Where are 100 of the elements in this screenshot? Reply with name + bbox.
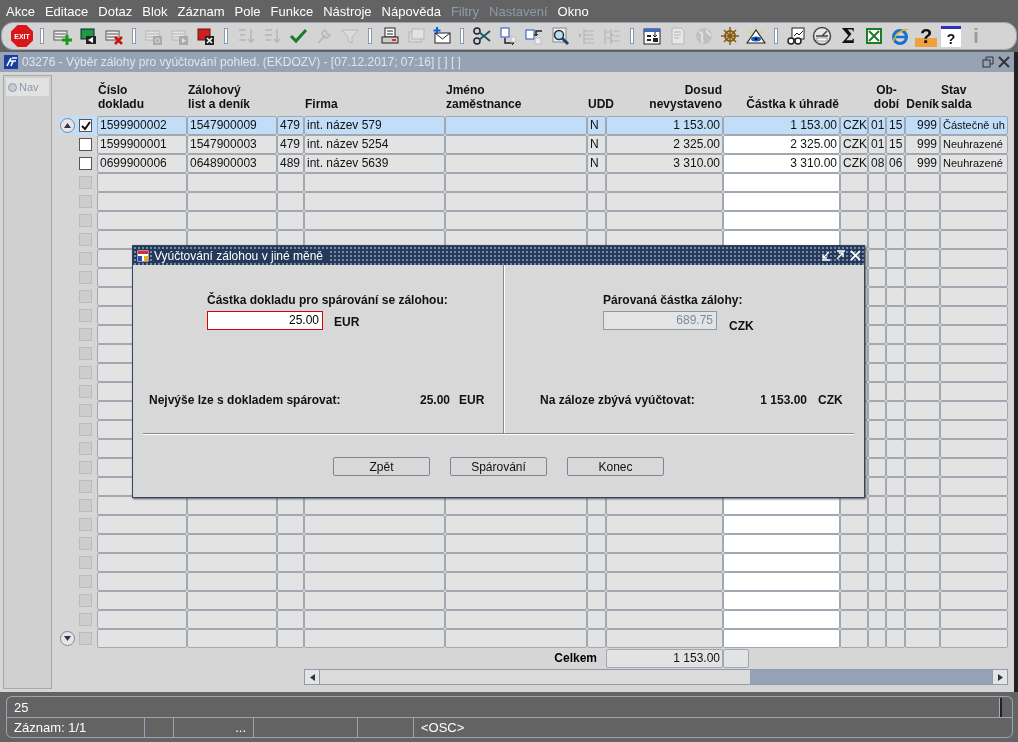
checkbox[interactable]	[79, 119, 92, 132]
left-arrow-icon[interactable]	[309, 673, 315, 681]
table-cell: 1599900001	[97, 135, 187, 154]
table-cell: int. název 5639	[304, 154, 445, 173]
column-header: Firma	[304, 97, 339, 113]
row-indicator	[79, 613, 92, 626]
row-indicator	[79, 176, 92, 189]
scissors-icon[interactable]	[472, 26, 492, 46]
magnifier-icon[interactable]	[550, 26, 570, 46]
dialog-button[interactable]: Zpět	[333, 457, 430, 476]
table-cell: int. název 5254	[304, 135, 445, 154]
eye-triangle-icon[interactable]	[746, 26, 766, 46]
row-indicator	[79, 480, 92, 493]
scroll-left-button[interactable]	[305, 670, 320, 684]
scroll-right-button[interactable]	[992, 670, 1007, 684]
scrollbar-thumb[interactable]	[750, 670, 992, 684]
scroll-up-button[interactable]	[60, 118, 75, 133]
menu-item[interactable]: Okno	[552, 3, 594, 19]
ship-wheel-icon[interactable]	[720, 26, 740, 46]
column-header: Dosud nevystaveno	[648, 83, 723, 113]
input-field[interactable]	[723, 211, 840, 230]
menu-item[interactable]: Editace	[39, 3, 94, 19]
checkbox[interactable]	[79, 138, 92, 151]
scroll-down-button[interactable]	[60, 631, 75, 646]
help-window-button[interactable]: ?	[941, 25, 961, 47]
gauge-icon[interactable]	[812, 26, 832, 46]
table-cell: 15	[886, 135, 905, 154]
maximize-icon[interactable]	[835, 250, 846, 261]
input-field[interactable]: 25.00	[207, 311, 323, 330]
input-field[interactable]	[723, 192, 840, 211]
table-cell: CZK	[840, 154, 868, 173]
input-field[interactable]	[723, 515, 840, 534]
input-field[interactable]	[723, 591, 840, 610]
row-indicator	[79, 442, 92, 455]
menu-item[interactable]: Záznam	[172, 3, 230, 19]
menu-item[interactable]: Blok	[137, 3, 173, 19]
dialog-button[interactable]: Spárování	[450, 457, 547, 476]
row-indicator	[79, 252, 92, 265]
table-row[interactable]: 0699900006 0648900003 489 int. název 5639 N 3 310.00 3 310.00 CZK 08 06 999 Neuhrazené	[59, 154, 1008, 173]
envelope-icon[interactable]	[432, 26, 452, 46]
row-indicator	[79, 309, 92, 322]
input-field[interactable]: 1 153.00	[723, 116, 840, 135]
menu-item[interactable]: Pole	[229, 3, 266, 19]
close-icon[interactable]	[998, 56, 1010, 68]
table-cell: 999	[905, 135, 940, 154]
printer-icon[interactable]	[380, 26, 400, 46]
checkbox[interactable]	[79, 157, 92, 170]
column-header: Stav salda	[940, 83, 973, 113]
restore-icon[interactable]	[982, 56, 994, 68]
table-cell: 06	[886, 154, 905, 173]
table-cell: CZK	[840, 135, 868, 154]
row-indicator	[79, 537, 92, 550]
card-cross-icon[interactable]	[196, 26, 216, 46]
table-cell: 479	[277, 135, 304, 154]
card-arrow-icon[interactable]	[78, 26, 98, 46]
column-header: Jméno zaměstnance	[445, 83, 523, 113]
input-field[interactable]	[723, 553, 840, 572]
row-indicator	[79, 594, 92, 607]
row-indicator	[79, 575, 92, 588]
checkmark-icon[interactable]	[288, 26, 308, 46]
right-arrow-icon[interactable]	[997, 673, 1003, 681]
paste-icon[interactable]	[524, 26, 544, 46]
input-field[interactable]	[723, 173, 840, 192]
limit-label: Nejvýše lze s dokladem spárovat:	[149, 393, 342, 407]
menu-item[interactable]: Akce	[1, 3, 40, 19]
input-field[interactable]	[723, 610, 840, 629]
row-indicator	[79, 271, 92, 284]
up-arrow-icon[interactable]	[64, 123, 71, 128]
table-cell: 1 153.00	[606, 116, 723, 135]
sum-button[interactable]: Σ	[837, 25, 859, 47]
row-indicator	[79, 423, 92, 436]
column-header: Deník	[905, 97, 940, 113]
limit-value: 25.00	[419, 393, 451, 407]
input-field[interactable]	[723, 629, 840, 648]
menu-item[interactable]: Nástroje	[318, 3, 377, 19]
input-field[interactable]	[723, 534, 840, 553]
menu-item[interactable]: Dotaz	[93, 3, 138, 19]
menu-item[interactable]: Funkce	[265, 3, 319, 19]
spreadsheet-icon[interactable]	[864, 26, 884, 46]
table-row[interactable]: 1599900002 1547900009 479 int. název 579 N 1 153.00 1 153.00 CZK 01 15 999 Částečně uh	[59, 116, 1008, 135]
copy-icon[interactable]	[498, 26, 518, 46]
currency-label: CZK	[818, 393, 844, 407]
menu-item[interactable]: Nápověda	[376, 3, 446, 19]
input-field[interactable]: 3 310.00	[723, 154, 840, 173]
column-header: Ob- dobí	[872, 83, 901, 113]
horizontal-scrollbar[interactable]	[304, 669, 1008, 685]
row-indicator	[79, 347, 92, 360]
dialog-button[interactable]: Konec	[567, 457, 664, 476]
dialog-title: Vyúčtování zálohou v jiné měně	[154, 248, 329, 263]
glasses-icon[interactable]	[786, 26, 806, 46]
input-field[interactable]: 2 325.00	[723, 135, 840, 154]
down-arrow-icon[interactable]	[64, 636, 71, 641]
column-header: Číslo dokladu	[97, 83, 145, 113]
form-icon[interactable]	[642, 26, 662, 46]
input-field[interactable]	[723, 572, 840, 591]
total-label: Celkem	[554, 650, 598, 667]
browser-icon[interactable]	[890, 26, 910, 46]
table-row[interactable]: 1599900001 1547900003 479 int. název 5254 N 2 325.00 2 325.00 CZK 01 15 999 Neuhrazené	[59, 135, 1008, 154]
minimize-icon[interactable]	[820, 250, 831, 261]
table-cell: 08	[868, 154, 886, 173]
